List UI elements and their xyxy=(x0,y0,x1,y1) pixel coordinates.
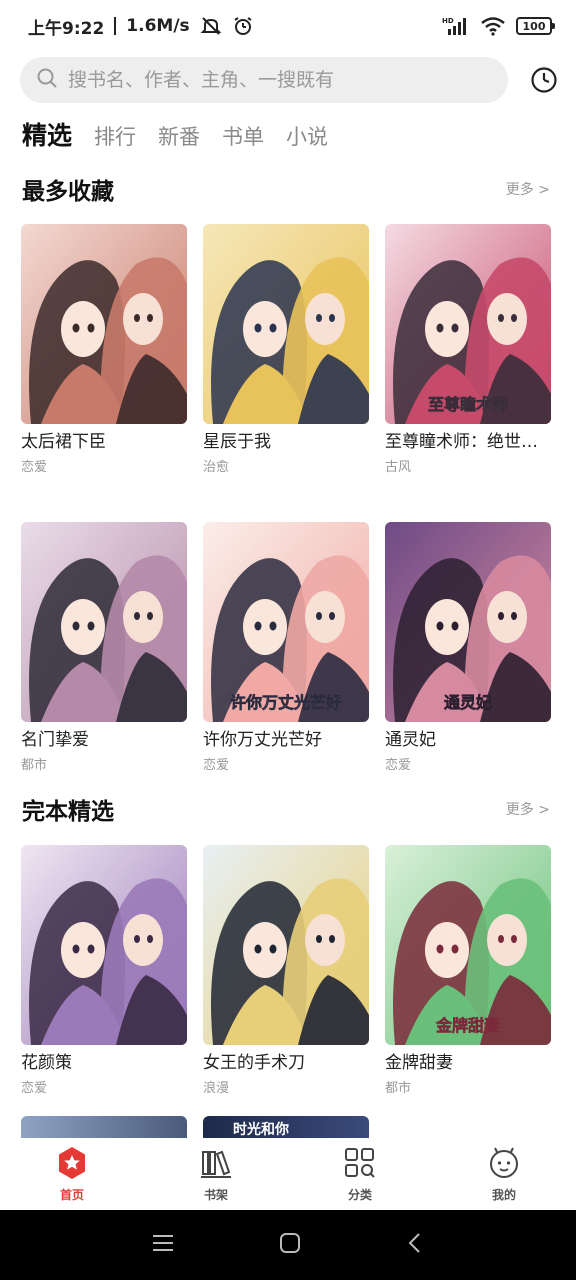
book-genre: 恋爱 xyxy=(203,758,230,773)
book-title: 名门挚爱 xyxy=(21,730,89,750)
book-genre: 都市 xyxy=(21,758,48,773)
book-genre: 古风 xyxy=(385,460,412,475)
nav-home[interactable]: 首页 xyxy=(0,1138,144,1210)
tab-ranking[interactable]: 排行 xyxy=(94,121,136,151)
top-tabs: 精选 排行 新番 书单 小说 xyxy=(22,116,328,152)
book-card[interactable]: 许你万丈光芒好 许你万丈光芒好 恋爱 xyxy=(203,522,369,773)
book-title: 星辰于我 xyxy=(203,432,271,452)
section-title: 最多收藏 xyxy=(22,179,114,205)
book-genre: 恋爱 xyxy=(21,1081,48,1096)
book-genre: 治愈 xyxy=(203,460,230,475)
home-icon[interactable] xyxy=(278,1231,302,1259)
book-card[interactable]: 花颜策 恋爱 xyxy=(21,845,187,1096)
cover-title-art: 许你万丈光芒好 xyxy=(230,693,342,712)
book-grid-completed: 花颜策 恋爱 女王的手术刀 浪漫 金牌甜妻 金牌甜妻 都市 xyxy=(21,845,551,1096)
category-grid-icon xyxy=(345,1148,375,1178)
book-title: 通灵妃 xyxy=(385,730,436,750)
book-title: 金牌甜妻 xyxy=(385,1053,453,1073)
book-card[interactable]: 金牌甜妻 金牌甜妻 都市 xyxy=(385,845,551,1096)
cover-title-art: 至尊瞳术师 xyxy=(428,395,508,414)
system-navigation-bar xyxy=(0,1210,576,1280)
nav-label: 书架 xyxy=(203,1188,228,1202)
nav-label: 我的 xyxy=(491,1188,516,1202)
book-title: 至尊瞳术师：绝世… xyxy=(385,432,538,452)
book-cover: 金牌甜妻 xyxy=(385,845,551,1045)
bottom-navigation: 首页 书架 分类 我的 xyxy=(0,1138,576,1210)
tab-featured[interactable]: 精选 xyxy=(22,116,72,152)
book-genre: 都市 xyxy=(385,1081,412,1096)
book-title: 太后裙下臣 xyxy=(21,432,106,452)
status-bar: 上午9:22 1.6M/s HD 100 xyxy=(0,0,576,52)
bookshelf-icon xyxy=(201,1150,231,1178)
more-link[interactable]: 更多 > xyxy=(506,179,550,199)
book-title: 女王的手术刀 xyxy=(203,1053,305,1073)
tab-new[interactable]: 新番 xyxy=(158,121,200,151)
book-card[interactable]: 至尊瞳术师 至尊瞳术师：绝世… 古风 xyxy=(385,224,551,475)
network-speed: 1.6M/s xyxy=(126,16,190,36)
hd-label: HD xyxy=(442,17,454,25)
search-bar[interactable] xyxy=(20,57,508,103)
book-card[interactable]: 名门挚爱 都市 xyxy=(21,522,187,773)
book-cover: 通灵妃 xyxy=(385,522,551,722)
next-row-partial: 时光和你 xyxy=(21,1116,369,1138)
more-link[interactable]: 更多 > xyxy=(506,799,550,819)
book-title: 花颜策 xyxy=(21,1053,72,1073)
status-divider xyxy=(114,17,117,35)
book-genre: 恋爱 xyxy=(21,460,48,475)
alarm-icon xyxy=(232,15,254,37)
clock-icon xyxy=(531,67,557,93)
book-grid-most-favorited: 太后裙下臣 恋爱 星辰于我 治愈 至尊瞳术师 至尊瞳术师：绝世… 古风 名门挚爱… xyxy=(21,224,551,773)
signal-icon: HD xyxy=(442,15,470,37)
book-cover xyxy=(21,845,187,1045)
cover-title-art: 时光和你 xyxy=(233,1122,289,1138)
book-cover xyxy=(21,522,187,722)
section-header-completed: 完本精选 更多 > xyxy=(22,792,550,826)
battery-level: 100 xyxy=(522,19,546,33)
book-cover: 许你万丈光芒好 xyxy=(203,522,369,722)
cover-title-art: 通灵妃 xyxy=(444,693,492,712)
book-card[interactable]: 通灵妃 通灵妃 恋爱 xyxy=(385,522,551,773)
book-cover-partial[interactable]: 时光和你 xyxy=(203,1116,369,1138)
history-button[interactable] xyxy=(528,64,560,96)
tab-booklist[interactable]: 书单 xyxy=(222,121,264,151)
home-star-icon xyxy=(59,1147,85,1179)
book-title: 许你万丈光芒好 xyxy=(203,730,322,750)
battery-icon: 100 xyxy=(516,17,555,35)
back-icon[interactable] xyxy=(405,1231,425,1259)
book-card[interactable]: 太后裙下臣 恋爱 xyxy=(21,224,187,475)
book-cover xyxy=(203,224,369,424)
nav-category[interactable]: 分类 xyxy=(288,1138,432,1210)
section-title: 完本精选 xyxy=(22,799,114,825)
section-header-most-favorited: 最多收藏 更多 > xyxy=(22,172,550,206)
cover-title-art: 金牌甜妻 xyxy=(435,1016,500,1035)
menu-icon[interactable] xyxy=(151,1233,175,1257)
book-cover: 至尊瞳术师 xyxy=(385,224,551,424)
wifi-icon xyxy=(480,15,506,37)
status-time: 上午9:22 xyxy=(28,18,105,39)
nav-label: 分类 xyxy=(347,1188,372,1202)
book-genre: 恋爱 xyxy=(385,758,412,773)
mute-icon xyxy=(200,15,222,37)
tab-novel[interactable]: 小说 xyxy=(286,121,328,151)
nav-bookshelf[interactable]: 书架 xyxy=(144,1138,288,1210)
book-card[interactable]: 星辰于我 治愈 xyxy=(203,224,369,475)
search-row xyxy=(20,56,560,104)
book-genre: 浪漫 xyxy=(203,1081,230,1096)
search-icon xyxy=(36,67,58,93)
book-cover xyxy=(21,224,187,424)
book-cover-partial[interactable] xyxy=(21,1116,187,1138)
nav-profile[interactable]: 我的 xyxy=(432,1138,576,1210)
book-cover xyxy=(203,845,369,1045)
profile-face-icon xyxy=(490,1147,518,1178)
nav-label: 首页 xyxy=(59,1188,84,1202)
book-card[interactable]: 女王的手术刀 浪漫 xyxy=(203,845,369,1096)
search-input[interactable] xyxy=(68,69,488,91)
